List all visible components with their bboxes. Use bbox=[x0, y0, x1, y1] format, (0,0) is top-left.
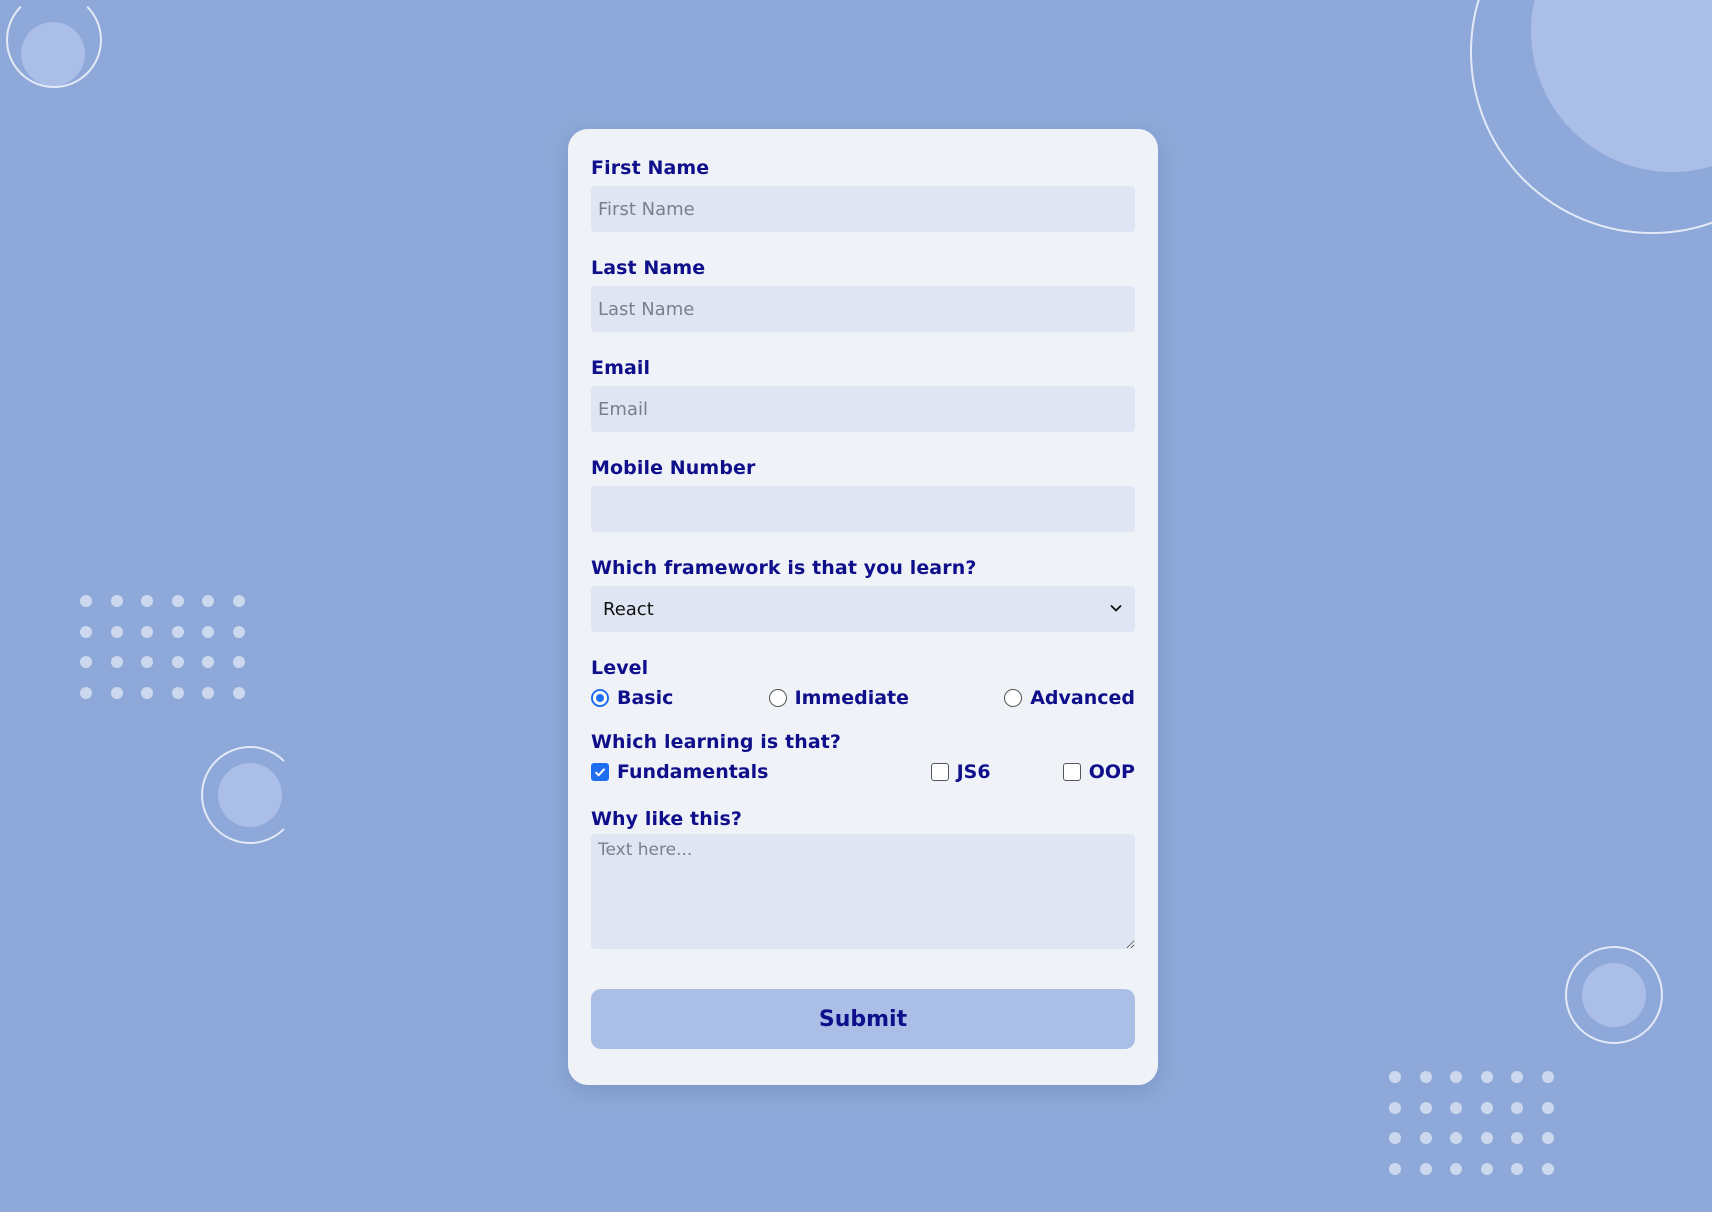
email-input[interactable] bbox=[591, 386, 1135, 432]
learning-option-fundamentals[interactable]: Fundamentals bbox=[591, 761, 768, 783]
framework-label: Which framework is that you learn? bbox=[591, 557, 977, 579]
first-name-group: First Name bbox=[591, 157, 1135, 232]
mobile-label: Mobile Number bbox=[591, 457, 756, 479]
checkbox-oop[interactable] bbox=[1062, 763, 1081, 781]
mobile-input[interactable] bbox=[591, 486, 1135, 532]
email-label: Email bbox=[591, 357, 651, 379]
learning-option-oop[interactable]: OOP bbox=[1062, 761, 1135, 783]
level-options: Basic Immediate Advanced bbox=[591, 687, 1135, 709]
email-group: Email bbox=[591, 357, 1135, 432]
chevron-down-icon bbox=[1110, 604, 1122, 612]
why-textarea[interactable] bbox=[591, 834, 1135, 949]
checkbox-js6[interactable] bbox=[930, 763, 949, 781]
first-name-input[interactable] bbox=[591, 186, 1135, 232]
framework-selected-value: React bbox=[603, 598, 654, 620]
framework-select[interactable]: React bbox=[591, 586, 1135, 632]
checkmark-icon bbox=[594, 768, 606, 777]
learning-option-label: JS6 bbox=[956, 761, 991, 783]
level-option-label: Advanced bbox=[1030, 687, 1135, 709]
last-name-input[interactable] bbox=[591, 286, 1135, 332]
radio-advanced[interactable] bbox=[1004, 689, 1023, 707]
submit-button[interactable]: Submit bbox=[591, 989, 1135, 1049]
mobile-group: Mobile Number bbox=[591, 457, 1135, 532]
level-option-basic[interactable]: Basic bbox=[591, 687, 673, 709]
level-option-advanced[interactable]: Advanced bbox=[1004, 687, 1135, 709]
learning-label: Which learning is that? bbox=[591, 731, 842, 753]
checkbox-fundamentals[interactable] bbox=[591, 763, 609, 781]
last-name-group: Last Name bbox=[591, 257, 1135, 332]
level-option-label: Immediate bbox=[794, 687, 910, 709]
radio-immediate[interactable] bbox=[768, 689, 787, 707]
level-option-label: Basic bbox=[617, 687, 674, 709]
why-label: Why like this? bbox=[591, 808, 742, 830]
level-option-immediate[interactable]: Immediate bbox=[768, 687, 910, 709]
first-name-label: First Name bbox=[591, 157, 710, 179]
last-name-label: Last Name bbox=[591, 257, 706, 279]
why-group: Why like this? bbox=[591, 808, 1135, 949]
learning-option-label: Fundamentals bbox=[617, 761, 769, 783]
level-label: Level bbox=[591, 657, 649, 679]
learning-group: Which learning is that? Fundamentals JS6… bbox=[591, 731, 1135, 783]
learning-option-js6[interactable]: JS6 bbox=[930, 761, 991, 783]
learning-options: Fundamentals JS6 OOP bbox=[591, 761, 1135, 783]
learning-option-label: OOP bbox=[1088, 761, 1135, 783]
registration-form: First Name Last Name Email Mobile Number… bbox=[568, 129, 1158, 1085]
framework-group: Which framework is that you learn? React bbox=[591, 557, 1135, 632]
radio-basic[interactable] bbox=[591, 689, 609, 707]
level-group: Level Basic Immediate Advanced bbox=[591, 657, 1135, 709]
